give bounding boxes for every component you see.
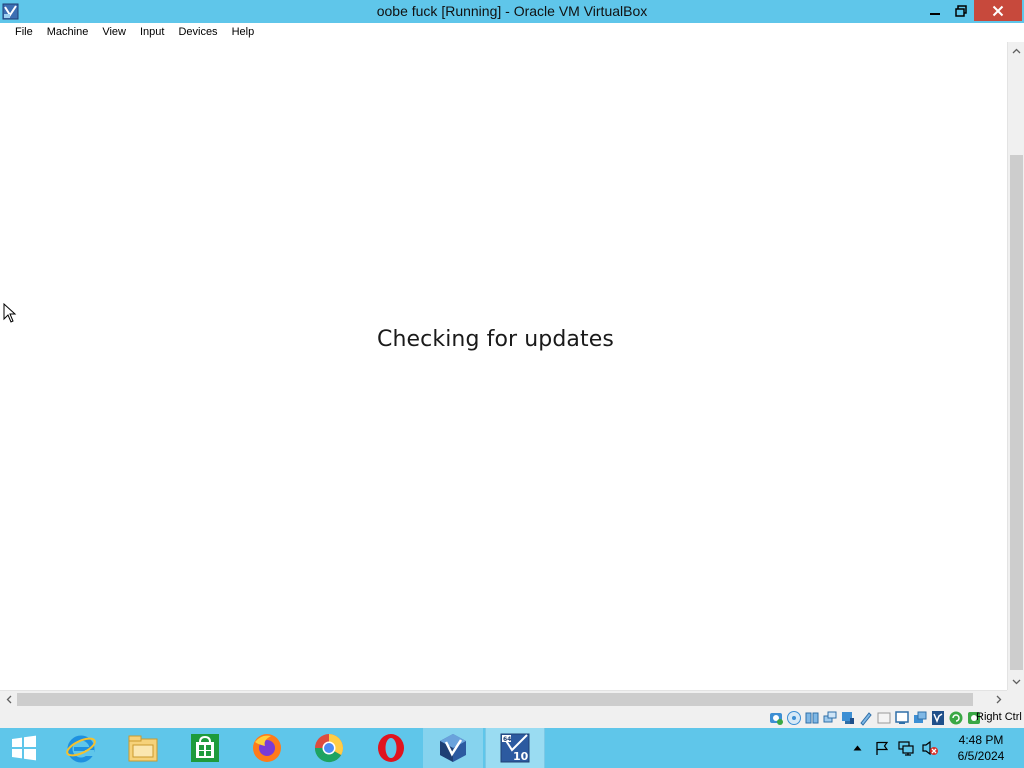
network-tray-button[interactable] bbox=[896, 728, 916, 768]
vm-badge-main: 10 bbox=[513, 750, 529, 763]
internet-explorer-icon bbox=[66, 735, 96, 763]
window-title: oobe fuck [Running] - Oracle VM VirtualB… bbox=[376, 3, 648, 19]
status-bar: Right Ctrl bbox=[0, 707, 1024, 728]
update-status-message: Checking for updates bbox=[377, 327, 614, 352]
scroll-up-button[interactable] bbox=[1008, 42, 1024, 59]
start-button[interactable] bbox=[0, 728, 48, 768]
chevron-down-icon bbox=[1012, 679, 1021, 684]
firefox-icon bbox=[253, 734, 281, 762]
taskbar: 64 10 4:48 PM 6/5/2024 bbox=[0, 728, 1024, 768]
close-button[interactable] bbox=[974, 0, 1022, 21]
taskbar-chrome[interactable] bbox=[299, 728, 359, 768]
mouse-integration-icon[interactable] bbox=[930, 710, 946, 726]
restore-icon bbox=[955, 4, 967, 17]
restore-button[interactable] bbox=[948, 0, 974, 21]
chrome-icon bbox=[314, 734, 343, 763]
action-center-flag-icon bbox=[876, 741, 889, 755]
horizontal-scroll-thumb[interactable] bbox=[17, 693, 973, 706]
windows-start-icon bbox=[12, 735, 36, 761]
taskbar-virtualbox-manager[interactable] bbox=[423, 728, 483, 768]
opera-icon bbox=[378, 734, 404, 762]
clock-time: 4:48 PM bbox=[958, 733, 1004, 747]
keyboard-icon[interactable] bbox=[948, 710, 964, 726]
virtualbox-icon bbox=[440, 734, 466, 762]
shared-folders-icon[interactable] bbox=[858, 710, 874, 726]
chevron-up-icon bbox=[1012, 48, 1021, 53]
vm-display[interactable]: Checking for updates bbox=[0, 42, 1007, 690]
optical-drive-icon[interactable] bbox=[786, 710, 802, 726]
virtualization-icon[interactable] bbox=[912, 710, 928, 726]
file-explorer-icon bbox=[128, 735, 158, 762]
network-icon bbox=[898, 741, 914, 756]
menu-help[interactable]: Help bbox=[225, 23, 262, 42]
chevron-right-icon bbox=[996, 695, 1001, 704]
status-indicators bbox=[768, 710, 982, 726]
show-hidden-icons-icon bbox=[853, 745, 861, 751]
taskbar-vm-window[interactable]: 64 10 bbox=[485, 728, 545, 768]
menu-machine[interactable]: Machine bbox=[40, 23, 96, 42]
close-icon bbox=[992, 5, 1004, 16]
menu-view[interactable]: View bbox=[95, 23, 133, 42]
taskbar-firefox[interactable] bbox=[237, 728, 297, 768]
vm-window-icon: 64 10 bbox=[500, 733, 530, 763]
network-icon[interactable] bbox=[822, 710, 838, 726]
clock-date: 6/5/2024 bbox=[957, 749, 1005, 763]
taskbar-clock[interactable]: 4:48 PM 6/5/2024 bbox=[946, 732, 1016, 764]
taskbar-store[interactable] bbox=[175, 728, 235, 768]
audio-icon[interactable] bbox=[804, 710, 820, 726]
taskbar-opera[interactable] bbox=[361, 728, 421, 768]
hard-disk-icon[interactable] bbox=[768, 710, 784, 726]
scrollbar-corner bbox=[1007, 690, 1024, 707]
menu-bar: File Machine View Input Devices Help bbox=[0, 23, 1024, 42]
menu-input[interactable]: Input bbox=[133, 23, 171, 42]
store-icon bbox=[191, 734, 219, 762]
horizontal-scrollbar[interactable] bbox=[0, 690, 1007, 707]
chevron-left-icon bbox=[6, 695, 11, 704]
scroll-right-button[interactable] bbox=[990, 691, 1007, 708]
vertical-scroll-thumb[interactable] bbox=[1010, 155, 1023, 670]
taskbar-internet-explorer[interactable] bbox=[51, 728, 111, 768]
menu-file[interactable]: File bbox=[8, 23, 40, 42]
minimize-icon bbox=[929, 12, 940, 15]
vertical-scrollbar[interactable] bbox=[1007, 42, 1024, 690]
taskbar-file-explorer[interactable] bbox=[113, 728, 173, 768]
display-icon[interactable] bbox=[876, 710, 892, 726]
show-hidden-icons-button[interactable] bbox=[849, 728, 865, 768]
vm-badge-top: 64 bbox=[503, 736, 511, 743]
scroll-down-button[interactable] bbox=[1008, 673, 1024, 690]
usb-icon[interactable] bbox=[840, 710, 856, 726]
window-title-bar[interactable]: oobe fuck [Running] - Oracle VM VirtualB… bbox=[0, 0, 1024, 23]
host-key-label[interactable]: Right Ctrl bbox=[976, 711, 1022, 723]
action-center-button[interactable] bbox=[872, 728, 892, 768]
recording-icon[interactable] bbox=[894, 710, 910, 726]
volume-tray-button[interactable] bbox=[920, 728, 940, 768]
menu-devices[interactable]: Devices bbox=[171, 23, 224, 42]
scroll-left-button[interactable] bbox=[0, 691, 17, 708]
volume-muted-icon bbox=[922, 740, 938, 756]
minimize-button[interactable] bbox=[921, 0, 948, 21]
mouse-cursor-icon bbox=[3, 303, 17, 323]
